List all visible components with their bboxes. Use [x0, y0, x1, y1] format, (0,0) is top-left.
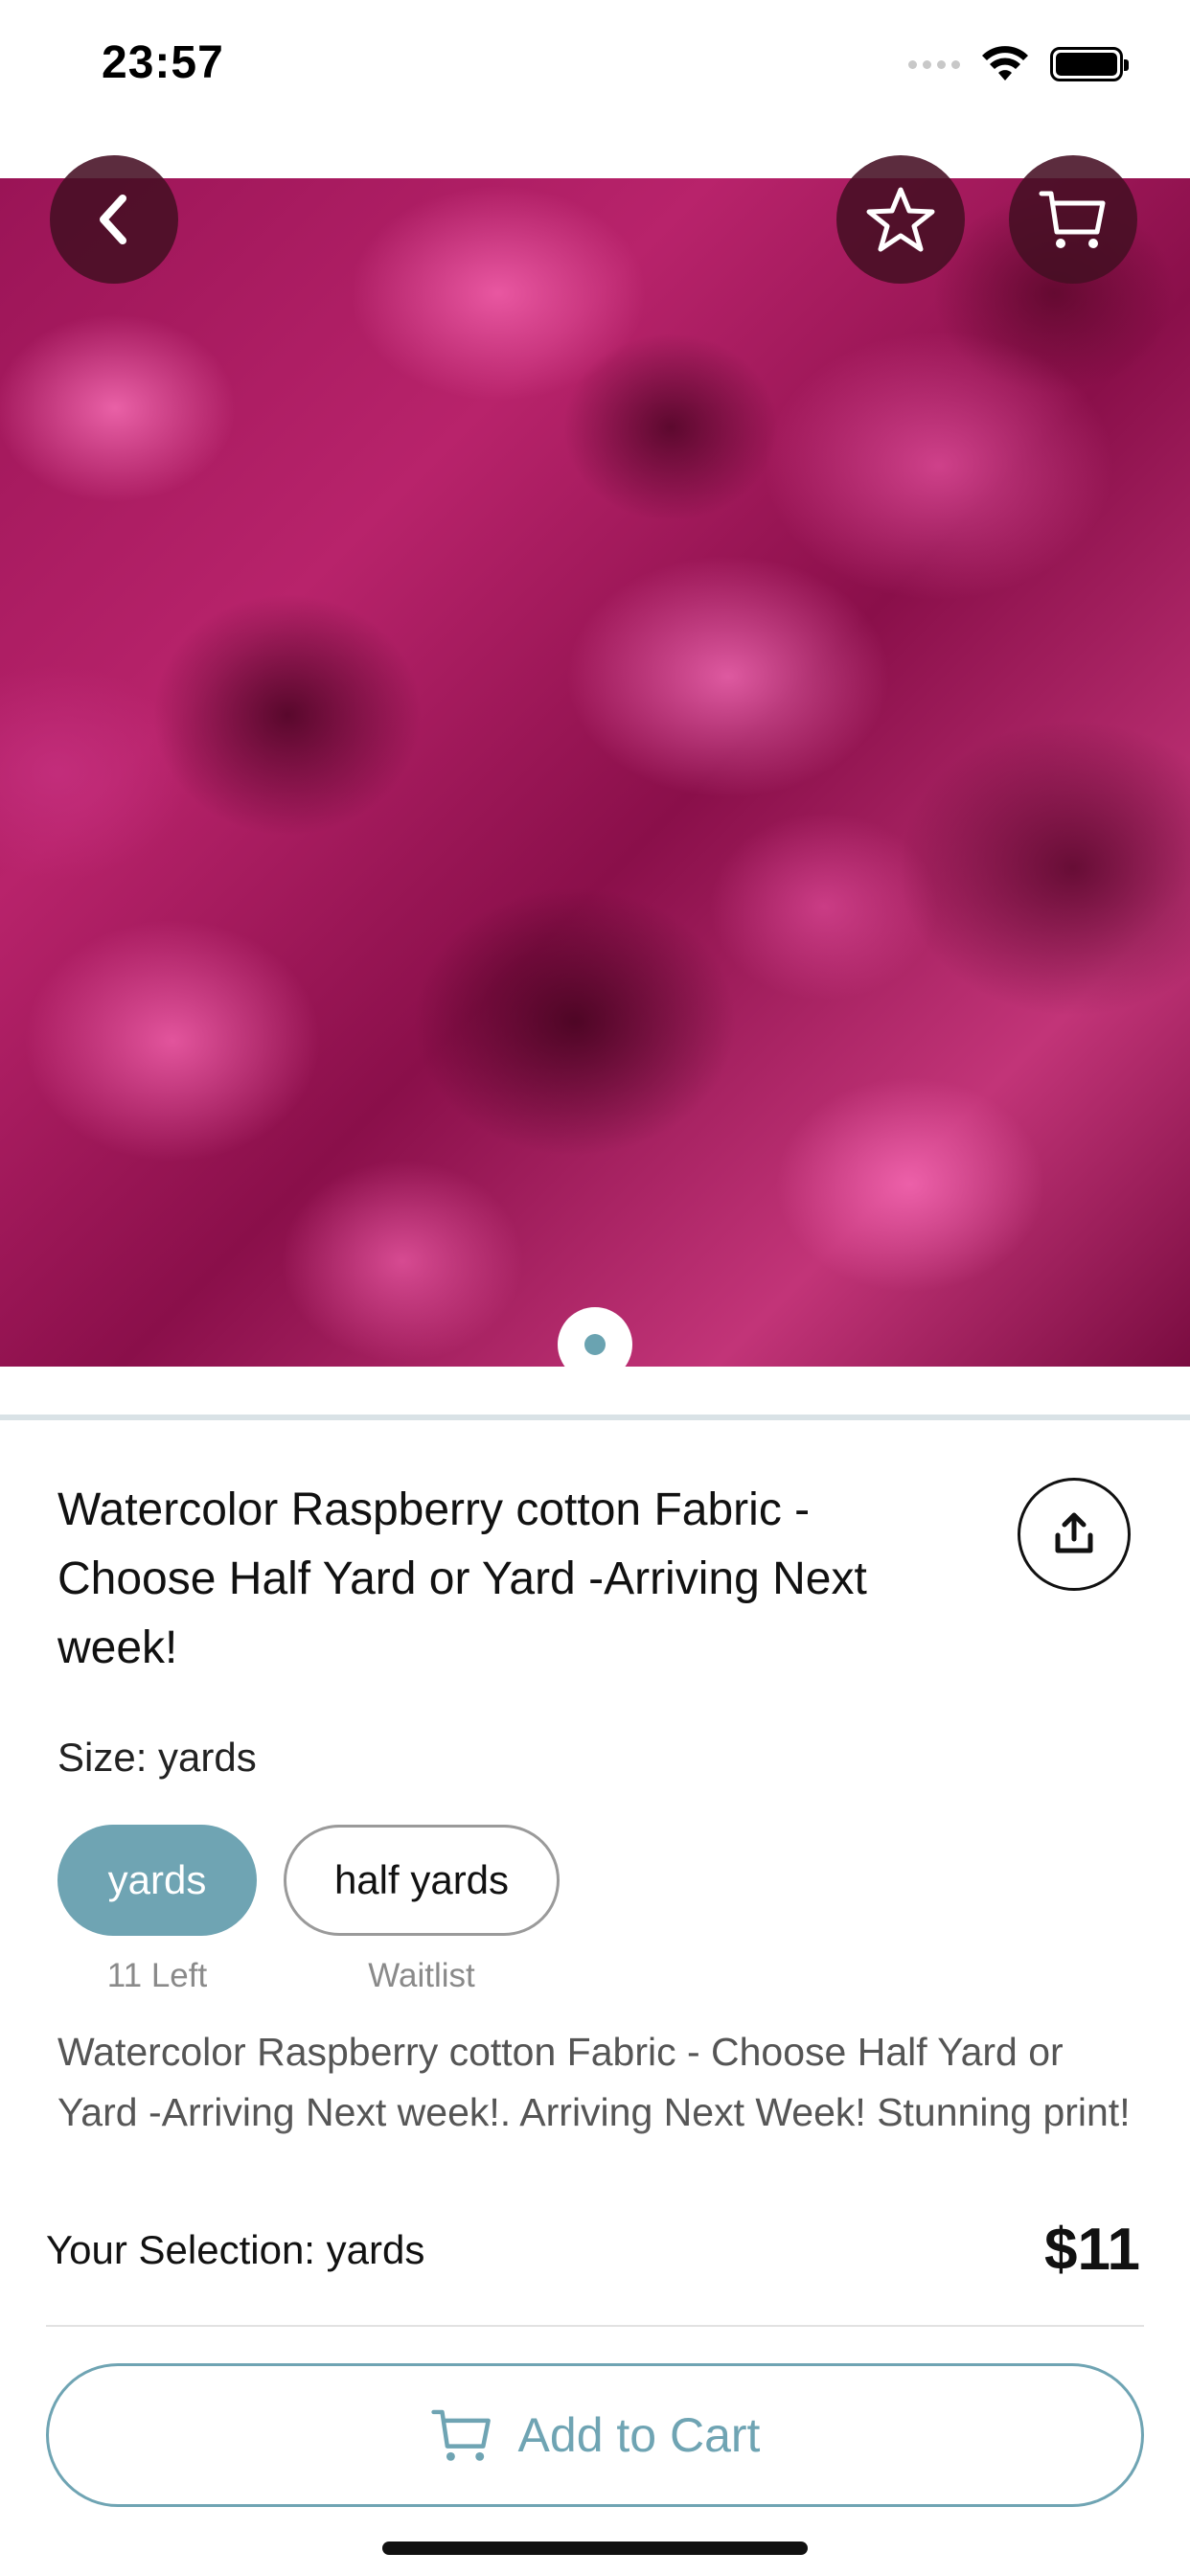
product-title: Watercolor Raspberry cotton Fabric - Cho…: [57, 1484, 867, 1673]
selection-value: yards: [326, 2227, 425, 2272]
chevron-left-icon: [100, 195, 126, 244]
page-dot-active: [584, 1334, 606, 1355]
cart-icon: [1039, 191, 1106, 248]
share-icon: [1055, 1512, 1093, 1553]
price: $11: [1043, 2217, 1140, 2283]
back-button[interactable]: [50, 155, 178, 284]
selection-label: Your Selection:: [46, 2227, 315, 2272]
wifi-icon: [982, 46, 1028, 80]
status-time: 23:57: [102, 37, 224, 88]
image-page-indicator: [558, 1307, 632, 1382]
status-icons: [908, 46, 1129, 82]
favorite-button[interactable]: [836, 155, 965, 284]
size-value: yards: [158, 1735, 257, 1780]
home-indicator[interactable]: [382, 2542, 808, 2555]
product-description: Watercolor Raspberry cotton Fabric - Cho…: [57, 2030, 1131, 2134]
cellular-signal-icon: [908, 59, 960, 69]
star-icon: [866, 187, 935, 252]
variant-yards-button[interactable]: yards: [57, 1825, 257, 1936]
divider: [0, 1414, 1190, 1420]
divider: [46, 2325, 1144, 2327]
add-to-cart-label: Add to Cart: [517, 2408, 761, 2462]
variant-label: half yards: [333, 1857, 510, 1902]
variant-stock-note: 11 Left: [106, 1957, 208, 1994]
product-screen: 23:57 Watercolor Raspberry cotton Fabric…: [0, 0, 1190, 2576]
add-to-cart-button[interactable]: Add to Cart: [46, 2363, 1144, 2507]
size-line: Size: yards: [57, 1735, 257, 1781]
variant-waitlist-note: Waitlist: [368, 1957, 475, 1994]
product-image[interactable]: [0, 178, 1190, 1367]
variant-half-yards-button[interactable]: half yards: [284, 1825, 560, 1936]
bottom-bar: Your Selection: yards $11 Add to Cart: [0, 2172, 1190, 2576]
share-button[interactable]: [1018, 1478, 1131, 1591]
battery-icon: [1050, 47, 1129, 81]
variant-label: yards: [107, 1857, 207, 1902]
cart-icon: [430, 2409, 491, 2461]
status-bar: 23:57: [0, 0, 1190, 134]
size-label: Size:: [57, 1735, 148, 1780]
your-selection: Your Selection: yards: [46, 2227, 424, 2273]
cart-button[interactable]: [1009, 155, 1137, 284]
